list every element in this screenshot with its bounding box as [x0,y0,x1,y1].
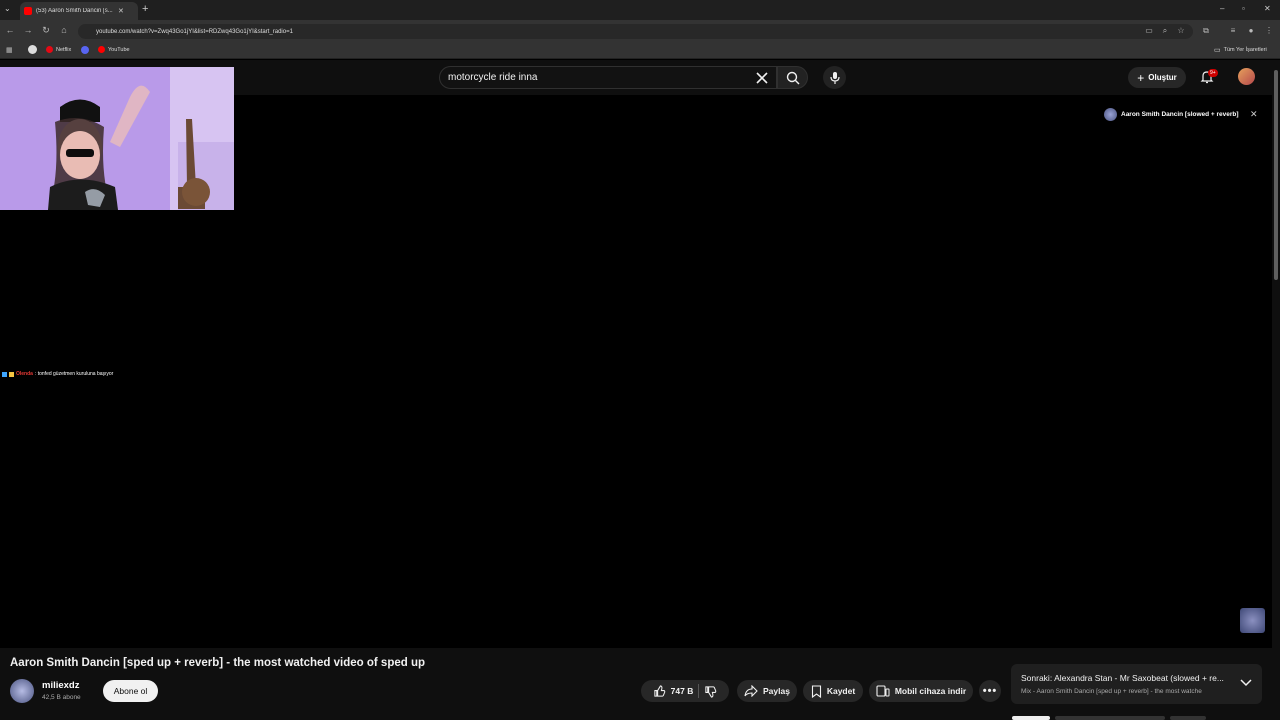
window-close-icon[interactable]: ✕ [1264,4,1271,13]
home-icon[interactable]: ⌂ [58,25,70,37]
thumbs-up-icon [654,684,665,697]
netflix-icon [46,46,53,53]
notification-badge: 9+ [1208,69,1218,77]
create-label: Oluştur [1148,73,1177,82]
video-title: Aaron Smith Dancin [sped up + reverb] - … [10,657,426,669]
overlay-channel-avatar [1104,108,1117,121]
download-to-mobile-button[interactable]: Mobil cihaza indir [869,680,973,702]
save-label: Kaydet [826,686,856,696]
channel-name[interactable]: miliexdz [42,680,80,691]
url-text: youtube.com/watch?v=Zwq43Go1jYI&list=RDZ… [96,28,293,35]
channel-avatar[interactable] [10,679,34,703]
filter-chip[interactable] [1170,716,1206,720]
minimize-icon[interactable]: – [1220,4,1224,13]
up-next-card[interactable] [1011,664,1262,704]
tab-close-icon[interactable]: ✕ [118,7,124,15]
stream-chat-message: Olenda : tonfed güzetmen kuruluna başıyo… [2,371,113,377]
save-button[interactable]: Kaydet [803,680,863,702]
dislike-button[interactable] [704,685,717,698]
bookmark-netflix[interactable]: Netflix [46,46,71,53]
bookmark-label: YouTube [108,46,130,53]
all-bookmarks[interactable]: ▭ Tüm Yer İşaretleri [1214,46,1267,54]
filter-chip[interactable] [1012,716,1050,720]
clear-search-icon[interactable] [754,70,770,86]
bookmark-youtube[interactable]: YouTube [98,46,130,53]
extensions-icon[interactable]: ⧉ [1201,26,1211,36]
address-bar[interactable]: youtube.com/watch?v=Zwq43Go1jYI&list=RDZ… [78,24,1193,39]
more-actions-icon[interactable]: ••• [979,680,1001,702]
subscribe-button[interactable]: Abone ol [103,680,158,702]
scrollbar-thumb[interactable] [1274,70,1278,280]
overlay-title-text: Aaron Smith Dancin [slowed + reverb] [1121,111,1239,118]
chat-badge-icon [9,371,14,377]
like-divider [698,684,700,698]
chat-badge-icon [2,371,7,377]
video-overlay-title[interactable]: Aaron Smith Dancin [slowed + reverb] [1104,108,1239,121]
chevron-down-icon[interactable] [1240,678,1252,688]
discord-icon[interactable] [81,46,89,54]
create-button[interactable]: + Oluştur [1128,67,1186,88]
cast-icon[interactable]: ▭ [1144,26,1154,36]
reload-icon[interactable]: ↻ [40,25,52,37]
voice-search-button[interactable] [823,66,846,89]
thumbs-down-icon [705,685,717,698]
browser-tab-strip [0,0,1280,20]
bookmark-label: Netflix [56,46,72,53]
share-icon [744,685,758,697]
bookmark-star-icon[interactable]: ☆ [1176,26,1186,36]
up-next-title: Sonraki: Alexandra Stan - Mr Saxobeat (s… [1021,673,1224,683]
forward-icon[interactable]: → [22,25,34,37]
chat-text: : tonfed güzetmen kuruluna başıyor [34,371,114,377]
up-next-subtitle: Mix - Aaron Smith Dancin [sped up + reve… [1021,688,1202,695]
folder-icon: ▭ [1214,47,1221,54]
account-avatar[interactable] [1238,68,1255,85]
youtube-favicon-icon [24,7,32,15]
microphone-icon [829,71,840,84]
back-icon[interactable]: ← [4,25,16,37]
search-query: motorcycle ride inna [448,72,538,83]
share-button[interactable]: Paylaş [737,680,797,702]
chat-username: Olenda [16,371,33,377]
browser-tab[interactable]: (53) Aaron Smith Dancin [s... ✕ [20,2,138,20]
subscriber-count: 42,5 B abone [42,694,81,701]
tab-search-icon[interactable]: ⌄ [4,4,11,13]
channel-watermark[interactable] [1240,608,1265,633]
plus-icon: + [1137,70,1145,85]
tab-title: (53) Aaron Smith Dancin [s... [36,8,113,14]
apps-grid-icon[interactable]: ▦ [6,46,13,54]
all-bookmarks-label: Tüm Yer İşaretleri [1223,47,1267,53]
mobile-download-icon [876,685,890,697]
search-button[interactable] [777,66,808,89]
zoom-icon[interactable]: ⌕ [1160,26,1170,36]
youtube-icon [98,46,105,53]
search-icon [786,71,799,84]
like-count: 747 B [670,686,694,696]
google-icon[interactable] [28,45,37,54]
browser-menu-icon[interactable]: ⋮ [1264,26,1274,36]
filter-chip[interactable] [1055,716,1165,720]
media-icon[interactable]: ≡ [1228,26,1238,36]
webcam-overlay-image [0,67,234,210]
download-label: Mobil cihaza indir [894,686,967,696]
share-label: Paylaş [763,686,790,696]
profile-icon[interactable]: ● [1246,26,1256,36]
maximize-icon[interactable]: ▫ [1242,4,1245,13]
like-dislike-group: 747 B [641,680,729,702]
like-button[interactable]: 747 B [653,684,694,698]
overlay-close-icon[interactable]: ✕ [1250,109,1258,120]
bookmark-icon [811,684,821,698]
bookmarks-bar [0,42,1280,59]
new-tab-icon[interactable]: + [142,3,148,15]
